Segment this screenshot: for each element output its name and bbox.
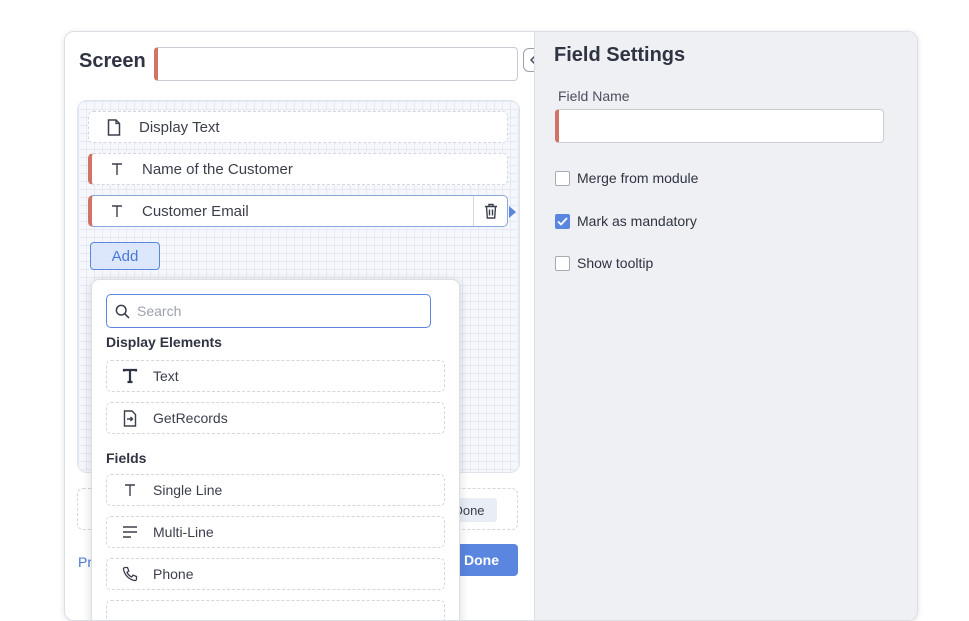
field-row-customer-email[interactable]: Customer Email	[88, 195, 516, 227]
screen-editor-panel: Screen Display Text Name of the Customer	[64, 31, 918, 621]
picker-item-label: Text	[153, 368, 179, 384]
delete-field-button[interactable]	[473, 196, 507, 226]
picker-item-label: Phone	[153, 566, 194, 582]
fields-heading: Fields	[106, 450, 147, 466]
text-icon	[92, 204, 142, 218]
checkbox-label: Mark as mandatory	[577, 213, 697, 229]
lines-icon	[107, 525, 153, 539]
previous-link[interactable]: Pr	[78, 554, 92, 570]
add-field-button[interactable]: Add	[90, 242, 160, 270]
field-label: Display Text	[139, 118, 220, 136]
screen-builder: Screen Display Text Name of the Customer	[65, 32, 544, 620]
phone-icon	[107, 566, 153, 582]
field-label: Name of the Customer	[142, 160, 293, 178]
checkbox[interactable]	[555, 170, 570, 186]
option-merge-from-module[interactable]: Merge from module	[555, 170, 698, 186]
checkbox-label: Show tooltip	[577, 255, 654, 271]
picker-item-single-line[interactable]: Single Line	[106, 474, 445, 506]
element-picker-popup: Display Elements Text GetRecords Fields …	[91, 279, 460, 620]
picker-item-label: Single Line	[153, 482, 223, 498]
field-name-input[interactable]	[555, 109, 884, 143]
picker-item-partial[interactable]	[106, 600, 445, 620]
get-records-icon	[107, 409, 153, 427]
field-settings-title: Field Settings	[554, 44, 686, 66]
checkbox-checked[interactable]	[555, 213, 570, 229]
checkbox-label: Merge from module	[577, 170, 699, 186]
picker-item-label: Multi-Line	[153, 524, 214, 540]
text-icon	[92, 162, 142, 176]
picker-item-label: GetRecords	[153, 410, 228, 426]
picker-item-multi-line[interactable]: Multi-Line	[106, 516, 445, 548]
text-icon	[107, 483, 153, 497]
picker-item-getrecords[interactable]: GetRecords	[106, 402, 445, 434]
field-name-label: Field Name	[558, 88, 630, 104]
search-input[interactable]	[137, 303, 417, 319]
selection-pointer	[509, 206, 516, 218]
picker-search[interactable]	[106, 294, 431, 328]
screen-name-input[interactable]	[154, 47, 518, 81]
document-icon	[89, 118, 139, 136]
bold-text-icon	[107, 368, 153, 384]
picker-item-text[interactable]: Text	[106, 360, 445, 392]
picker-item-phone[interactable]: Phone	[106, 558, 445, 590]
field-label: Customer Email	[142, 202, 249, 220]
checkbox[interactable]	[555, 255, 570, 271]
option-mark-as-mandatory[interactable]: Mark as mandatory	[555, 213, 697, 229]
check-icon	[557, 216, 568, 226]
option-show-tooltip[interactable]: Show tooltip	[555, 255, 653, 271]
screen-title: Screen	[79, 50, 146, 72]
field-row-customer-name[interactable]: Name of the Customer	[88, 153, 508, 185]
display-elements-heading: Display Elements	[106, 334, 222, 350]
field-row-display-text[interactable]: Display Text	[88, 111, 508, 143]
field-settings-panel: Field Settings Field Name Merge from mod…	[534, 32, 917, 620]
trash-icon	[484, 203, 497, 219]
search-icon	[107, 304, 137, 319]
